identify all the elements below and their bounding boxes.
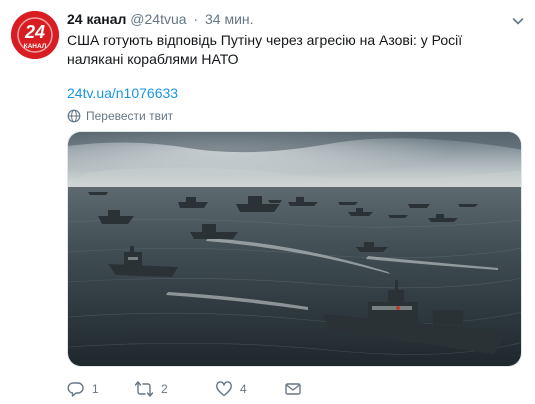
- direct-message-button[interactable]: [284, 380, 302, 398]
- like-button[interactable]: 4: [215, 380, 247, 398]
- heart-icon: [216, 381, 232, 397]
- tweet-link[interactable]: 24tv.ua/n1076633: [67, 85, 178, 101]
- translate-label: Перевести твит: [86, 109, 174, 123]
- globe-icon: [67, 109, 81, 123]
- separator-dot: ·: [193, 11, 199, 27]
- reply-icon: [67, 382, 84, 397]
- naval-ships-photo: [68, 132, 521, 366]
- tweet-card[interactable]: 24 КАНАЛ 24 канал @24tvua · 34 мин. США …: [0, 0, 535, 404]
- retweet-icon: [134, 381, 154, 397]
- reply-button[interactable]: 1: [67, 380, 99, 398]
- retweet-count: 2: [161, 382, 168, 396]
- author-name[interactable]: 24 канал: [67, 11, 126, 27]
- logo-text: КАНАЛ: [24, 43, 47, 50]
- envelope-icon: [285, 383, 301, 395]
- author-handle[interactable]: @24tvua: [130, 11, 186, 27]
- like-count: 4: [240, 382, 247, 396]
- reply-count: 1: [92, 382, 99, 396]
- retweet-button[interactable]: 2: [134, 380, 168, 398]
- channel-logo: 24 КАНАЛ: [11, 11, 59, 59]
- logo-number: 24: [24, 22, 45, 42]
- translate-button[interactable]: Перевести твит: [67, 109, 173, 123]
- tweet-header: 24 канал @24tvua · 34 мин.: [67, 11, 254, 27]
- avatar[interactable]: 24 КАНАЛ: [11, 11, 59, 59]
- tweet-photo[interactable]: [67, 131, 522, 367]
- tweet-text: США готують відповідь Путіну через агрес…: [67, 32, 463, 67]
- chevron-down-icon[interactable]: [510, 13, 526, 29]
- tweet-time[interactable]: 34 мин.: [205, 11, 254, 27]
